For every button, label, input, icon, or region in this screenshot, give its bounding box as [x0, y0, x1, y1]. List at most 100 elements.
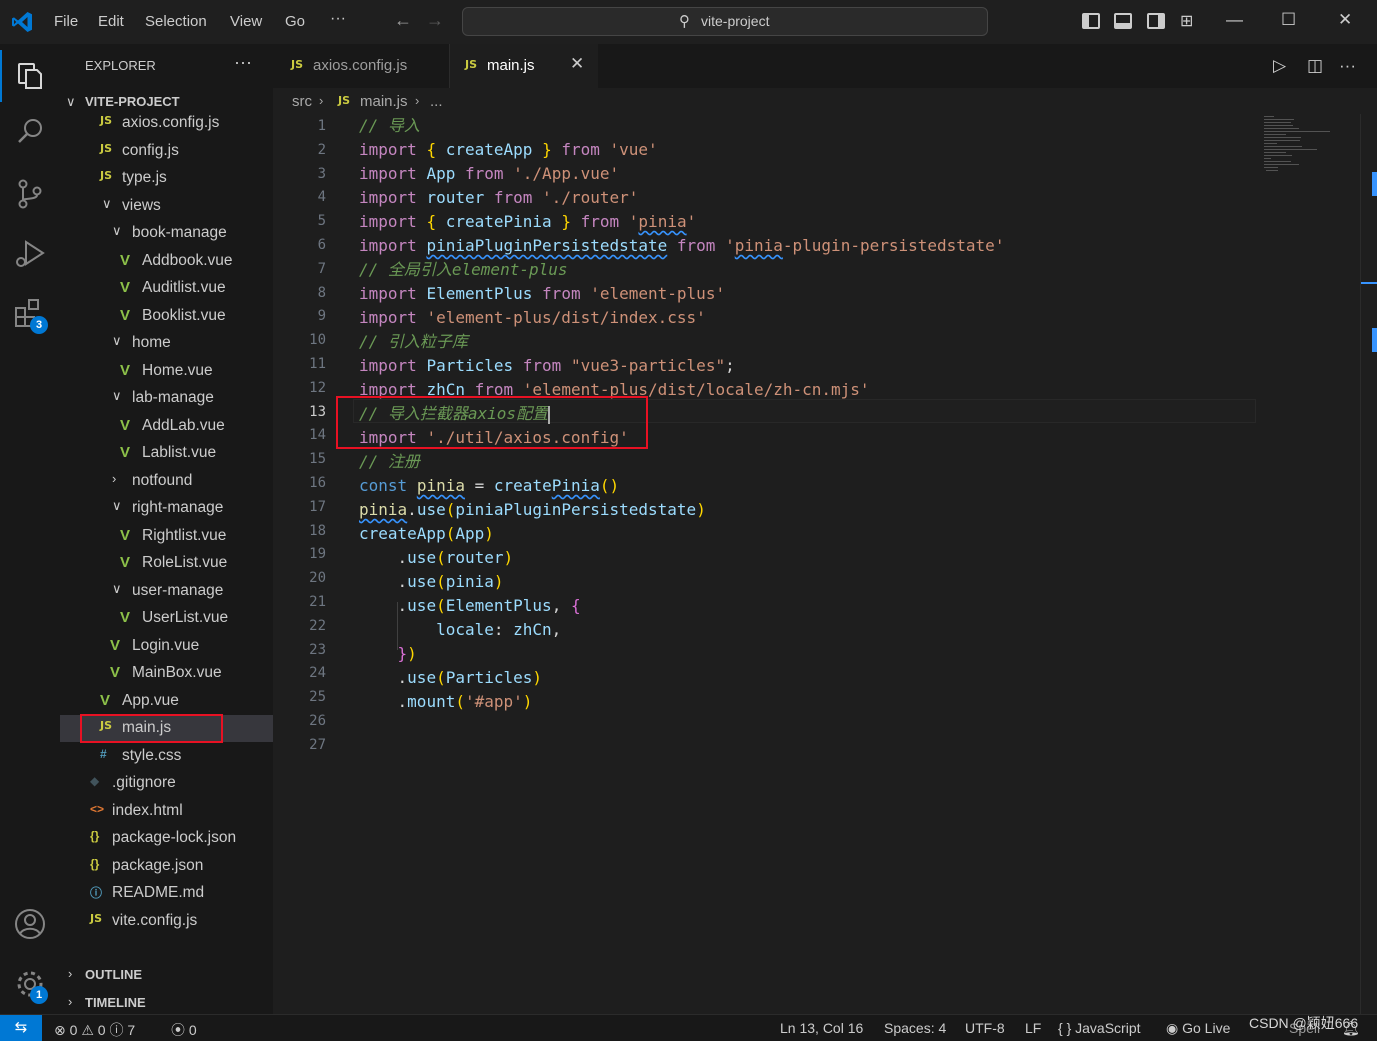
menu-selection[interactable]: Selection — [145, 13, 207, 30]
tree-item-label: AddLab.vue — [142, 416, 225, 434]
tree-item[interactable]: # style.css — [60, 743, 273, 770]
menu-view[interactable]: View — [230, 13, 262, 30]
editor-scrollbar[interactable] — [1360, 114, 1377, 1014]
tree-item[interactable]: V Rightlist.vue — [60, 523, 273, 550]
source-control-icon[interactable] — [10, 174, 50, 214]
vue-file-icon: V — [120, 279, 131, 296]
run-debug-icon[interactable] — [10, 234, 50, 274]
indentation-status[interactable]: Spaces: 4 — [884, 1020, 946, 1036]
tree-item[interactable]: JS vite.config.js — [60, 908, 273, 935]
run-icon[interactable]: ▷ — [1273, 56, 1286, 76]
line-number: 20 — [309, 570, 326, 587]
json-file-icon: {} — [90, 856, 100, 871]
tree-item[interactable]: ⓘ README.md — [60, 880, 273, 907]
explorer-icon[interactable] — [0, 50, 50, 102]
tree-item[interactable]: V MainBox.vue — [60, 660, 273, 687]
split-editor-icon[interactable]: ◫ — [1307, 56, 1323, 76]
scroll-marker — [1372, 328, 1377, 352]
broadcast-icon: ◉ — [1166, 1020, 1179, 1036]
tree-item[interactable]: V Booklist.vue — [60, 303, 273, 330]
tree-item-label: axios.config.js — [122, 114, 220, 131]
settings-gear-icon[interactable]: 1 — [10, 964, 50, 1004]
toggle-primary-sidebar-icon[interactable] — [1082, 13, 1100, 29]
tree-item[interactable]: V Addbook.vue — [60, 248, 273, 275]
tree-item[interactable]: {} package-lock.json — [60, 825, 273, 852]
explorer-more-icon[interactable]: ··· — [234, 52, 252, 73]
scroll-marker — [1372, 172, 1377, 196]
chevron-down-icon[interactable]: ∨ — [66, 94, 76, 110]
git-file-icon: ◆ — [90, 774, 100, 788]
tree-item[interactable]: ∨ book-manage — [60, 220, 273, 247]
tree-item[interactable]: JS axios.config.js — [60, 110, 273, 137]
tree-item[interactable]: JS type.js — [60, 165, 273, 192]
minimize-button[interactable]: — — [1226, 10, 1243, 30]
tree-item[interactable]: ◆ .gitignore — [60, 770, 273, 797]
menu-file[interactable]: File — [54, 13, 78, 30]
line-number: 6 — [317, 237, 326, 253]
tree-item[interactable]: <> index.html — [60, 798, 273, 825]
back-arrow-icon[interactable]: ← — [394, 10, 412, 31]
menu-edit[interactable]: Edit — [98, 13, 124, 30]
menu-go[interactable]: Go — [285, 13, 305, 30]
maximize-button[interactable]: ☐ — [1281, 10, 1296, 30]
tree-item[interactable]: ∨ views — [60, 193, 273, 220]
project-title[interactable]: VITE-PROJECT — [85, 94, 180, 109]
tab-label: axios.config.js — [313, 57, 408, 74]
tree-item[interactable]: V Home.vue — [60, 358, 273, 385]
tree-item[interactable]: ∨ home — [60, 330, 273, 357]
more-actions-icon[interactable]: ··· — [1339, 56, 1356, 76]
customize-layout-icon[interactable]: ⊞ — [1180, 11, 1193, 31]
search-icon[interactable] — [10, 112, 50, 152]
tree-item[interactable]: › notfound — [60, 468, 273, 495]
tree-item-label: Booklist.vue — [142, 306, 226, 324]
js-file-icon: JS — [100, 114, 113, 127]
tab-axios-config[interactable]: JS axios.config.js — [273, 44, 450, 88]
cursor-position[interactable]: Ln 13, Col 16 — [780, 1020, 863, 1036]
tree-item[interactable]: V Lablist.vue — [60, 440, 273, 467]
tree-item[interactable]: V RoleList.vue — [60, 550, 273, 577]
toggle-panel-icon[interactable] — [1114, 13, 1132, 29]
remote-icon[interactable]: ⇆ — [0, 1015, 42, 1041]
line-number: 3 — [317, 165, 326, 182]
close-button[interactable]: ✕ — [1338, 10, 1352, 30]
menu-more[interactable]: ··· — [330, 10, 346, 28]
forward-arrow-icon[interactable]: → — [426, 10, 444, 31]
extensions-icon[interactable]: 3 — [10, 294, 50, 334]
tree-item[interactable]: {} package.json — [60, 853, 273, 880]
go-live-button[interactable]: ◉ Go Live — [1166, 1020, 1230, 1037]
problems-status[interactable]: ⊗ 0 ⚠ 0 ⓘ 7 — [54, 1020, 135, 1040]
minimap[interactable] — [1260, 114, 1360, 174]
tree-item-label: right-manage — [132, 499, 224, 516]
tree-item[interactable]: V AddLab.vue — [60, 413, 273, 440]
outline-section[interactable]: › OUTLINE — [60, 960, 273, 988]
tree-item[interactable]: V UserList.vue — [60, 605, 273, 632]
command-center[interactable]: ⚲ vite-project — [462, 7, 988, 36]
code-editor[interactable]: // 导入 import { createApp } from 'vue' im… — [359, 114, 1259, 1014]
js-file-icon: JS — [338, 94, 351, 107]
encoding-status[interactable]: UTF-8 — [965, 1020, 1005, 1036]
timeline-section[interactable]: › TIMELINE — [60, 988, 273, 1016]
code-line: .use(Particles) — [397, 668, 543, 687]
account-icon[interactable] — [10, 904, 50, 944]
tree-item[interactable]: ∨ right-manage — [60, 495, 273, 522]
line-number: 11 — [309, 356, 326, 372]
tree-item-label: RoleList.vue — [142, 554, 228, 571]
tree-item[interactable]: V App.vue — [60, 688, 273, 715]
tree-item[interactable]: ∨ lab-manage — [60, 385, 273, 412]
eol-status[interactable]: LF — [1025, 1020, 1041, 1036]
breadcrumb-src[interactable]: src — [292, 93, 312, 110]
close-tab-icon[interactable]: ✕ — [570, 54, 584, 74]
breadcrumb-more[interactable]: ... — [430, 93, 443, 110]
toggle-secondary-sidebar-icon[interactable] — [1147, 13, 1165, 29]
language-mode[interactable]: { } JavaScript — [1058, 1020, 1141, 1036]
tree-item[interactable]: V Login.vue — [60, 633, 273, 660]
tree-item[interactable]: JS config.js — [60, 138, 273, 165]
tab-main-js[interactable]: JS main.js ✕ — [450, 44, 598, 88]
breadcrumb-file[interactable]: main.js — [360, 93, 408, 110]
ports-status[interactable]: ⦿ 0 — [171, 1020, 197, 1040]
line-number: 23 — [309, 641, 326, 658]
tree-item-label: vite.config.js — [112, 911, 198, 929]
tree-item-label: book-manage — [132, 224, 227, 241]
tree-item[interactable]: ∨ user-manage — [60, 578, 273, 605]
tree-item[interactable]: V Auditlist.vue — [60, 275, 273, 302]
